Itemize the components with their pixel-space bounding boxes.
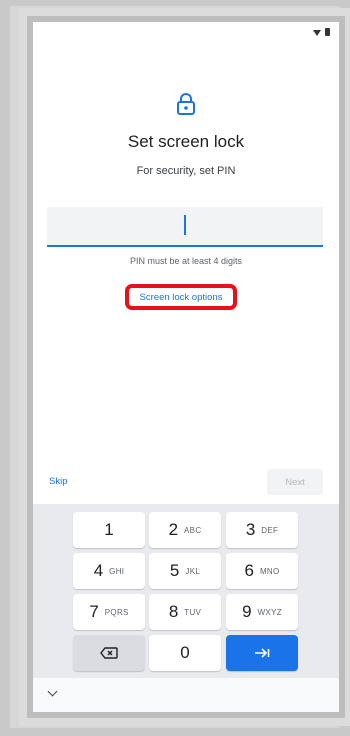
key-letters: GHI <box>109 566 125 576</box>
key-digit: 8 <box>168 602 179 621</box>
battery-icon <box>325 28 330 36</box>
enter-key[interactable] <box>226 635 298 671</box>
key-letters: JKL <box>185 566 201 576</box>
key-digit: 2 <box>168 520 179 539</box>
pin-input[interactable] <box>47 207 323 247</box>
key-letters: WXYZ <box>257 607 282 617</box>
key-0[interactable]: 0 <box>149 635 221 671</box>
pin-hint: PIN must be at least 4 digits <box>129 256 243 266</box>
key-2[interactable]: 2 ABC <box>149 512 221 548</box>
page-title: Set screen lock <box>127 132 245 151</box>
key-digit: 7 <box>89 602 99 621</box>
key-5[interactable]: 5 JKL <box>149 553 221 589</box>
tab-next-icon <box>255 648 270 658</box>
key-digit: 1 <box>104 520 114 539</box>
navigation-bar <box>33 678 339 712</box>
next-button[interactable]: Next <box>267 469 323 495</box>
key-digit: 5 <box>169 561 180 580</box>
screen-lock-options-link[interactable]: Screen lock options <box>125 284 237 310</box>
key-letters: TUV <box>184 607 202 617</box>
key-letters: MNO <box>259 566 280 576</box>
text-cursor <box>184 215 186 235</box>
key-digit: 4 <box>93 561 104 580</box>
key-3[interactable]: 3 DEF <box>226 512 298 548</box>
wifi-icon <box>313 30 321 36</box>
key-6[interactable]: 6 MNO <box>226 553 298 589</box>
key-digit: 0 <box>180 643 190 662</box>
delete-key[interactable] <box>73 635 145 671</box>
key-digit: 3 <box>245 520 256 539</box>
key-digit: 6 <box>244 561 254 580</box>
key-letters: PQRS <box>104 607 129 617</box>
page-subtitle: For security, set PIN <box>136 165 236 177</box>
key-9[interactable]: 9 WXYZ <box>226 594 298 630</box>
key-1[interactable]: 1 <box>73 512 145 548</box>
backspace-icon <box>100 647 118 659</box>
skip-button[interactable]: Skip <box>49 476 67 487</box>
key-letters: ABC <box>184 525 202 535</box>
key-digit: 9 <box>242 602 252 621</box>
lock-icon <box>177 93 195 115</box>
phone-screen: Set screen lock For security, set PIN PI… <box>33 22 339 712</box>
key-4[interactable]: 4 GHI <box>73 553 145 589</box>
chevron-down-icon[interactable] <box>47 686 58 697</box>
key-7[interactable]: 7 PQRS <box>73 594 145 630</box>
key-letters: DEF <box>261 525 279 535</box>
numeric-keypad: 1 2 ABC 3 DEF 4 GHI 5 JKL 6 MNO 7 PQRS 8… <box>33 504 339 678</box>
status-bar <box>33 22 339 44</box>
key-8[interactable]: 8 TUV <box>149 594 221 630</box>
